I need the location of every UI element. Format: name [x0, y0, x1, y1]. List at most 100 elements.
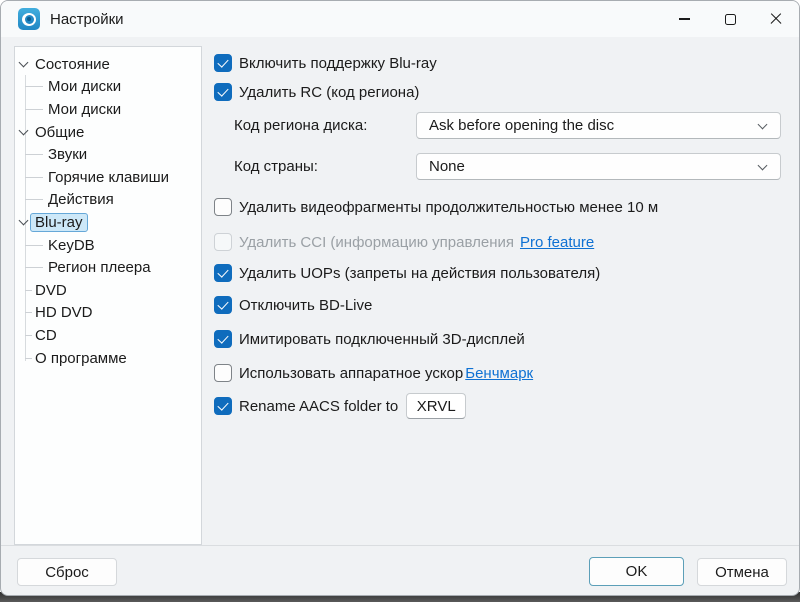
remove-cci-checkbox — [214, 233, 232, 251]
bluray-support-checkbox[interactable] — [214, 54, 232, 72]
remove-uops-checkbox[interactable] — [214, 264, 232, 282]
aacs-folder-input[interactable] — [406, 393, 466, 419]
sidebar-item-мои-диски[interactable]: Мои диски — [15, 76, 201, 99]
sidebar-item-о-программе[interactable]: О программе — [15, 347, 201, 370]
tree-connector — [25, 199, 43, 200]
region-code-label: Код региона диска: — [234, 117, 367, 134]
checkbox-row-remove-rc: Удалить RC (код региона) — [214, 82, 419, 102]
sidebar-item-горячие-клавиши[interactable]: Горячие клавиши — [15, 166, 201, 189]
checkbox-row-remove-fragments: Удалить видеофрагменты продолжительность… — [214, 197, 658, 217]
window-controls — [661, 1, 799, 37]
remove-rc-label: Удалить RC (код региона) — [239, 84, 419, 101]
cancel-button[interactable]: Отмена — [697, 558, 787, 586]
checkbox-row-rename-aacs: Rename AACS folder to — [214, 396, 466, 416]
country-code-dropdown[interactable]: None — [416, 153, 781, 180]
region-code-dropdown[interactable]: Ask before opening the disc — [416, 112, 781, 139]
sidebar-item-label: Регион плеера — [48, 259, 151, 276]
sidebar-item-blu-ray[interactable]: Blu-ray — [15, 211, 201, 234]
tree-connector — [25, 358, 32, 359]
ok-button[interactable]: OK — [589, 557, 684, 586]
sidebar-tree: Состояние Мои диски Мои диски Общие Звуки Гор… — [15, 47, 201, 544]
benchmark-link[interactable]: Бенчмарк — [465, 365, 533, 382]
bluray-support-label: Включить поддержку Blu-ray — [239, 55, 437, 72]
tree-connector — [25, 154, 43, 155]
remove-cci-label: Удалить CCI (информацию управления — [239, 234, 514, 251]
close-icon — [769, 12, 783, 26]
tree-connector — [25, 177, 43, 178]
country-code-value: None — [429, 158, 465, 175]
minimize-button[interactable] — [661, 1, 707, 37]
tree-connector — [25, 267, 43, 268]
sidebar-item-label: DVD — [35, 282, 67, 299]
remove-fragments-label: Удалить видеофрагменты продолжительность… — [239, 199, 658, 216]
chevron-down-icon[interactable] — [19, 126, 29, 136]
sidebar-item-label: Мои диски — [48, 101, 121, 118]
sidebar-item-label: HD DVD — [35, 304, 93, 321]
reset-button[interactable]: Сброс — [17, 558, 117, 586]
sidebar-item-действия[interactable]: Действия — [15, 189, 201, 212]
sidebar-item-label: Состояние — [35, 56, 110, 73]
chevron-down-icon — [758, 161, 768, 171]
checkbox-row-bluray-support: Включить поддержку Blu-ray — [214, 53, 437, 73]
chevron-down-icon[interactable] — [19, 58, 29, 68]
eye-icon-pupil — [27, 17, 31, 21]
sidebar-item-label: Мои диски — [48, 78, 121, 95]
simulate-3d-label: Имитировать подключенный 3D-дисплей — [239, 331, 525, 348]
sidebar-item-общие[interactable]: Общие — [15, 121, 201, 144]
eye-icon-ring — [22, 13, 36, 26]
tree-connector — [25, 312, 32, 313]
remove-rc-checkbox[interactable] — [214, 83, 232, 101]
sidebar-item-label: Действия — [48, 191, 114, 208]
minimize-icon — [679, 18, 690, 19]
tree-connector — [25, 109, 43, 110]
remove-fragments-checkbox[interactable] — [214, 198, 232, 216]
maximize-icon — [725, 14, 736, 25]
sidebar-item-label: Общие — [35, 124, 84, 141]
sidebar-item-dvd[interactable]: DVD — [15, 279, 201, 302]
sidebar-item-keydb[interactable]: KeyDB — [15, 234, 201, 257]
disable-bdlive-label: Отключить BD-Live — [239, 297, 372, 314]
sidebar-item-cd[interactable]: CD — [15, 324, 201, 347]
sidebar: Состояние Мои диски Мои диски Общие Звуки Гор… — [14, 46, 202, 545]
country-code-label: Код страны: — [234, 158, 318, 175]
screen: Настройки Состояние Мои диски Мои диски Общ… — [0, 0, 800, 602]
sidebar-item-label: CD — [35, 327, 57, 344]
tree-connector — [25, 245, 43, 246]
rename-aacs-label: Rename AACS folder to — [239, 398, 398, 415]
window-title: Настройки — [50, 11, 124, 28]
checkbox-row-remove-cci: Удалить CCI (информацию управления Pro f… — [214, 232, 594, 252]
sidebar-item-звуки[interactable]: Звуки — [15, 143, 201, 166]
disable-bdlive-checkbox[interactable] — [214, 296, 232, 314]
eye-icon — [18, 8, 40, 30]
sidebar-item-label: Горячие клавиши — [48, 169, 169, 186]
region-code-value: Ask before opening the disc — [429, 117, 614, 134]
sidebar-item-регион-плеера[interactable]: Регион плеера — [15, 256, 201, 279]
maximize-button[interactable] — [707, 1, 753, 37]
checkbox-row-remove-uops: Удалить UOPs (запреты на действия пользо… — [214, 263, 600, 283]
chevron-down-icon[interactable] — [19, 216, 29, 226]
eye-icon-iris — [25, 15, 34, 24]
sidebar-item-label: О программе — [35, 350, 127, 367]
footer-bar: Сброс OK Отмена — [1, 545, 799, 596]
settings-dialog: Настройки Состояние Мои диски Мои диски Общ… — [0, 0, 800, 596]
hardware-accel-label: Использовать аппаратное ускор — [239, 365, 463, 382]
tree-connector — [25, 290, 32, 291]
sidebar-item-hd-dvd[interactable]: HD DVD — [15, 302, 201, 325]
tree-connector — [25, 335, 32, 336]
checkbox-row-simulate-3d: Имитировать подключенный 3D-дисплей — [214, 329, 525, 349]
rename-aacs-checkbox[interactable] — [214, 397, 232, 415]
close-button[interactable] — [753, 1, 799, 37]
sidebar-item-состояние[interactable]: Состояние — [15, 53, 201, 76]
checkbox-row-hardware-accel: Использовать аппаратное ускор Бенчмарк — [214, 363, 533, 383]
sidebar-item-мои-диски[interactable]: Мои диски — [15, 98, 201, 121]
remove-uops-label: Удалить UOPs (запреты на действия пользо… — [239, 265, 600, 282]
tree-connector — [25, 86, 43, 87]
chevron-down-icon — [758, 120, 768, 130]
pro-feature-link[interactable]: Pro feature — [520, 234, 594, 251]
titlebar[interactable]: Настройки — [1, 1, 799, 37]
sidebar-item-label: KeyDB — [48, 237, 95, 254]
hardware-accel-checkbox[interactable] — [214, 364, 232, 382]
sidebar-item-label: Blu-ray — [30, 213, 88, 232]
simulate-3d-checkbox[interactable] — [214, 330, 232, 348]
checkbox-row-disable-bdlive: Отключить BD-Live — [214, 295, 372, 315]
